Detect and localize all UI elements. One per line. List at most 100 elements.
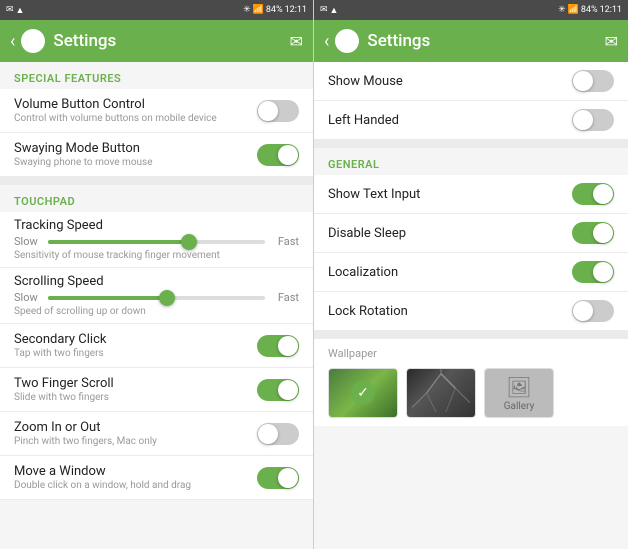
move-window-sub: Double click on a window, hold and drag	[14, 480, 249, 491]
left-handed-title: Left Handed	[328, 113, 564, 128]
zoom-sub: Pinch with two fingers, Mac only	[14, 436, 249, 447]
two-finger-scroll-item: Two Finger Scroll Slide with two fingers	[0, 368, 313, 412]
swaying-mode-sub: Swaying phone to move mouse	[14, 157, 249, 168]
tracking-speed-item: Tracking Speed Slow Fast Sensitivity of …	[0, 212, 313, 268]
tracking-slow-label: Slow	[14, 235, 42, 248]
scrolling-fast-label: Fast	[271, 291, 299, 304]
disable-sleep-knob	[593, 223, 613, 243]
volume-button-toggle[interactable]	[257, 100, 299, 122]
localization-item: Localization	[314, 253, 628, 292]
move-window-title: Move a Window	[14, 464, 249, 479]
swaying-mode-knob	[278, 145, 298, 165]
volume-button-sub: Control with volume buttons on mobile de…	[14, 113, 249, 124]
move-window-knob	[278, 468, 298, 488]
left-mail-icon[interactable]: ✉	[290, 32, 303, 51]
scrolling-speed-title: Scrolling Speed	[14, 274, 299, 289]
right-mouse-icon: 🖱	[344, 34, 351, 49]
right-panel: ✉ ▲ ✳ 📶 84% 12:11 ‹ 🖱 Settings ✉ Show Mo…	[314, 0, 628, 549]
disable-sleep-toggle[interactable]	[572, 222, 614, 244]
right-mail-icon[interactable]: ✉	[605, 32, 618, 51]
scrolling-fill	[48, 296, 167, 300]
left-handed-toggle[interactable]	[572, 109, 614, 131]
tracking-fill	[48, 240, 189, 244]
lock-rotation-item: Lock Rotation	[314, 292, 628, 331]
general-label: GENERAL	[314, 148, 628, 175]
right-status-bar: ✉ ▲ ✳ 📶 84% 12:11	[314, 0, 628, 20]
scrolling-thumb[interactable]	[159, 290, 175, 306]
right-back-button[interactable]: ‹	[324, 31, 329, 52]
gallery-icon: 🖼	[506, 375, 531, 399]
two-finger-scroll-toggle[interactable]	[257, 379, 299, 401]
zoom-knob	[258, 424, 278, 444]
tracking-slider[interactable]	[48, 240, 265, 244]
right-status-right-icons: ✳ 📶 84% 12:11	[558, 5, 622, 15]
right-battery-text: 84%	[581, 5, 598, 15]
left-handed-item: Left Handed	[314, 101, 628, 140]
secondary-click-knob	[278, 336, 298, 356]
left-back-button[interactable]: ‹	[10, 31, 15, 52]
zoom-item: Zoom In or Out Pinch with two fingers, M…	[0, 412, 313, 456]
tracking-thumb[interactable]	[181, 234, 197, 250]
right-bluetooth-icon: ✳	[558, 5, 566, 15]
right-gmail-icon: ✉	[320, 5, 328, 15]
right-header-title: Settings	[367, 31, 604, 51]
move-window-toggle[interactable]	[257, 467, 299, 489]
show-text-input-title: Show Text Input	[328, 187, 564, 202]
tracking-fast-label: Fast	[271, 235, 299, 248]
crack-svg	[407, 369, 475, 417]
right-content: Show Mouse Left Handed GENERAL Show Text…	[314, 62, 628, 549]
volume-button-knob	[258, 101, 278, 121]
show-mouse-item: Show Mouse	[314, 62, 628, 101]
wallpaper-gallery-thumb[interactable]: 🖼 Gallery	[484, 368, 554, 418]
secondary-click-item: Secondary Click Tap with two fingers	[0, 324, 313, 368]
scrolling-speed-sub: Speed of scrolling up or down	[14, 306, 299, 317]
move-window-item: Move a Window Double click on a window, …	[0, 456, 313, 500]
left-handed-knob	[573, 110, 593, 130]
swaying-mode-toggle[interactable]	[257, 144, 299, 166]
right-header: ‹ 🖱 Settings ✉	[314, 20, 628, 62]
checkmark-overlay: ✓	[329, 369, 397, 417]
left-status-right-icons: ✳ 📶 84% 12:11	[243, 5, 307, 15]
left-panel: ✉ ▲ ✳ 📶 84% 12:11 ‹ 🖱 Settings ✉ SPECIAL…	[0, 0, 314, 549]
left-header: ‹ 🖱 Settings ✉	[0, 20, 313, 62]
right-divider-1	[314, 140, 628, 148]
show-text-input-item: Show Text Input	[314, 175, 628, 214]
signal-icon: ▲	[16, 5, 25, 16]
wallpaper-green-thumb[interactable]: ✓	[328, 368, 398, 418]
zoom-toggle[interactable]	[257, 423, 299, 445]
left-header-icon: 🖱	[21, 29, 45, 53]
left-content: SPECIAL FEATURES Volume Button Control C…	[0, 62, 313, 549]
secondary-click-toggle[interactable]	[257, 335, 299, 357]
volume-button-control-item: Volume Button Control Control with volum…	[0, 89, 313, 133]
lock-rotation-toggle[interactable]	[572, 300, 614, 322]
zoom-title: Zoom In or Out	[14, 420, 249, 435]
wallpaper-gallery-bg: 🖼 Gallery	[485, 369, 553, 417]
secondary-click-sub: Tap with two fingers	[14, 348, 249, 359]
scrolling-slider[interactable]	[48, 296, 265, 300]
scrolling-speed-item: Scrolling Speed Slow Fast Speed of scrol…	[0, 268, 313, 324]
battery-text: 84%	[266, 5, 283, 15]
wallpaper-crack-thumb[interactable]	[406, 368, 476, 418]
divider-1	[0, 177, 313, 185]
show-text-input-knob	[593, 184, 613, 204]
wallpaper-row: ✓	[328, 368, 614, 418]
gmail-icon: ✉	[6, 5, 14, 15]
scrolling-slow-label: Slow	[14, 291, 42, 304]
touchpad-label: TOUCHPAD	[0, 185, 313, 212]
right-time: 12:11	[600, 5, 622, 15]
right-signal-icon: ▲	[330, 5, 339, 16]
disable-sleep-item: Disable Sleep	[314, 214, 628, 253]
wallpaper-crack-bg	[407, 369, 475, 417]
swaying-mode-title: Swaying Mode Button	[14, 141, 249, 156]
two-finger-scroll-knob	[278, 380, 298, 400]
volume-button-title: Volume Button Control	[14, 97, 249, 112]
show-text-input-toggle[interactable]	[572, 183, 614, 205]
wallpaper-section: Wallpaper ✓	[314, 339, 628, 426]
special-features-label: SPECIAL FEATURES	[0, 62, 313, 89]
localization-toggle[interactable]	[572, 261, 614, 283]
tracking-speed-sub: Sensitivity of mouse tracking finger mov…	[14, 250, 299, 261]
two-finger-scroll-sub: Slide with two fingers	[14, 392, 249, 403]
lock-rotation-title: Lock Rotation	[328, 304, 564, 319]
show-mouse-toggle[interactable]	[572, 70, 614, 92]
gallery-label: Gallery	[504, 401, 535, 412]
